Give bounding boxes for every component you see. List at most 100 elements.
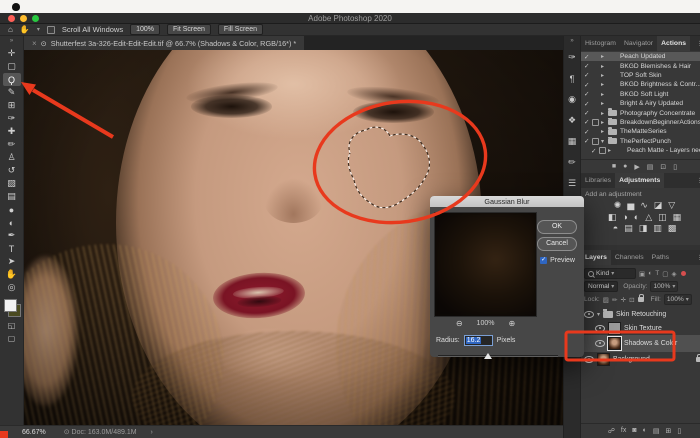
action-dialog-toggle[interactable] — [599, 147, 606, 154]
cancel-button[interactable]: Cancel — [537, 237, 577, 251]
tab-channels[interactable]: Channels — [611, 250, 648, 265]
vibrance-icon[interactable]: ▽ — [668, 200, 675, 210]
move-tool[interactable]: ✛ — [3, 47, 21, 60]
action-expand-arrow[interactable] — [601, 53, 608, 60]
action-row[interactable]: ✓ ThePerfectPunch — [581, 137, 700, 146]
channel-mixer-icon[interactable]: ◫ — [658, 212, 667, 222]
action-expand-arrow[interactable] — [601, 91, 608, 98]
marquee-tool[interactable]: ▢ — [3, 60, 21, 73]
action-check-icon[interactable]: ✓ — [584, 100, 592, 108]
record-button[interactable]: ● — [623, 163, 627, 171]
tab-actions[interactable]: Actions — [657, 36, 690, 51]
dodge-tool[interactable]: ◐ — [3, 216, 21, 229]
new-layer-icon[interactable]: ⊞ — [665, 427, 671, 435]
filter-pixel-icon[interactable]: ▣ — [639, 270, 645, 278]
eraser-tool[interactable]: ▨ — [3, 177, 21, 190]
brushes-panel-icon[interactable]: ✏ — [564, 155, 580, 171]
action-row[interactable]: ✓ BKGD Soft Light — [581, 90, 700, 99]
filter-toggle-icon[interactable] — [681, 271, 686, 276]
layer-thumbnail[interactable] — [608, 322, 621, 335]
crop-tool[interactable]: ⊞ — [3, 99, 21, 112]
action-check-icon[interactable]: ✓ — [584, 137, 592, 145]
color-lookup-icon[interactable]: ▦ — [673, 212, 682, 222]
close-document-icon[interactable]: × — [32, 39, 37, 48]
zoom-tool[interactable]: ◎ — [3, 281, 21, 294]
new-action-button[interactable]: ⊡ — [660, 163, 666, 171]
action-row[interactable]: ✓ BKGD Blemishes & Hair — [581, 61, 700, 70]
curves-icon[interactable]: ∿ — [640, 200, 648, 210]
zoom-100-button[interactable]: 100% — [130, 24, 160, 35]
gradient-map-icon[interactable]: ▥ — [653, 223, 662, 233]
properties-panel-icon[interactable]: ☰ — [564, 176, 580, 192]
delete-layer-icon[interactable]: ▯ — [677, 427, 681, 435]
link-layers-icon[interactable]: ☍ — [608, 427, 615, 435]
action-expand-arrow[interactable] — [601, 119, 608, 126]
fill-value[interactable]: 100% ▾ — [664, 294, 692, 305]
radius-input[interactable]: 16.2 — [464, 335, 493, 346]
fill-screen-button[interactable]: Fill Screen — [218, 24, 263, 35]
character-panel-icon[interactable]: ¶ — [564, 71, 580, 87]
action-check-icon[interactable]: ✓ — [584, 90, 592, 98]
delete-action-button[interactable]: ▯ — [673, 163, 677, 171]
hand-tool-icon[interactable]: ✋ — [20, 25, 30, 34]
selective-color-icon[interactable]: ▩ — [668, 223, 677, 233]
visibility-eye-icon[interactable] — [584, 356, 594, 363]
action-dialog-toggle[interactable] — [592, 138, 599, 145]
blur-preview-thumbnail[interactable] — [434, 212, 537, 317]
brightness-contrast-icon[interactable]: ✺ — [614, 200, 622, 210]
black-white-icon[interactable]: ◐ — [634, 212, 639, 222]
info-panel-icon[interactable]: ◉ — [564, 92, 580, 108]
new-adjustment-layer-icon[interactable]: ◐ — [643, 427, 647, 435]
tab-adjustments[interactable]: Adjustments — [615, 173, 664, 188]
color-balance-icon[interactable]: ◑ — [622, 212, 627, 222]
dock-collapse-chevron-icon[interactable]: » — [570, 38, 573, 44]
blur-tool[interactable]: ● — [3, 203, 21, 216]
filter-type-icon[interactable]: T — [655, 270, 659, 278]
lock-position-icon[interactable]: ✛ — [621, 296, 627, 304]
hue-saturation-icon[interactable]: ◧ — [608, 212, 617, 222]
pen-tool[interactable]: ✒ — [3, 229, 21, 242]
action-dialog-toggle[interactable] — [592, 119, 599, 126]
gradient-tool[interactable]: ▤ — [3, 190, 21, 203]
action-expand-arrow[interactable] — [608, 147, 615, 154]
action-expand-arrow[interactable] — [601, 138, 608, 145]
photo-filter-icon[interactable]: △ — [645, 212, 652, 222]
filter-smart-icon[interactable]: ◈ — [671, 270, 676, 278]
action-expand-arrow[interactable] — [601, 110, 608, 117]
zoom-in-icon[interactable]: ⊕ — [508, 319, 515, 328]
opacity-value[interactable]: 100% ▾ — [650, 281, 678, 292]
status-options-arrow-icon[interactable]: › — [151, 429, 153, 436]
action-row[interactable]: ✓ Bright & Airy Updated — [581, 99, 700, 108]
levels-icon[interactable]: ▅ — [627, 200, 634, 210]
color-table-panel-icon[interactable]: ▦ — [564, 134, 580, 150]
foreground-color-swatch[interactable] — [4, 299, 17, 312]
tab-layers[interactable]: Layers — [581, 250, 611, 265]
screen-mode-icon[interactable]: ▢ — [8, 334, 16, 343]
new-group-icon[interactable]: ▤ — [653, 427, 660, 435]
action-expand-arrow[interactable] — [601, 128, 608, 135]
visibility-eye-icon[interactable] — [584, 311, 594, 318]
layer-filter-kind-select[interactable]: Kind ▾ — [584, 268, 636, 279]
layer-thumbnail[interactable] — [597, 353, 610, 366]
brush-tool[interactable]: ✏ — [3, 138, 21, 151]
layer-row[interactable]: ▾ Skin Texture — [581, 321, 700, 335]
action-row[interactable]: ✓ Peach Updated — [581, 52, 700, 61]
layer-thumbnail[interactable] — [608, 337, 621, 350]
lock-transparency-icon[interactable]: ▨ — [603, 296, 609, 304]
fit-screen-button[interactable]: Fit Screen — [167, 24, 211, 35]
radius-slider[interactable] — [438, 353, 558, 359]
action-row[interactable]: ✓ BreakdownBeginnerActions — [581, 118, 700, 127]
tab-libraries[interactable]: Libraries — [581, 173, 615, 188]
exposure-icon[interactable]: ◪ — [654, 200, 663, 210]
type-tool[interactable]: T — [3, 242, 21, 255]
scroll-all-windows-checkbox[interactable] — [47, 26, 55, 34]
visibility-eye-icon[interactable] — [595, 325, 605, 332]
action-row[interactable]: ✓ Photography Concentrate — [581, 108, 700, 117]
action-check-icon[interactable]: ✓ — [584, 118, 592, 126]
clone-stamp-tool[interactable]: ♙ — [3, 151, 21, 164]
hand-tool[interactable]: ✋ — [3, 268, 21, 281]
action-check-icon[interactable]: ✓ — [591, 147, 599, 155]
posterize-icon[interactable]: ▤ — [624, 223, 633, 233]
action-row[interactable]: ✓ BKGD Brightness & Contr... — [581, 80, 700, 89]
action-expand-arrow[interactable] — [601, 63, 608, 70]
